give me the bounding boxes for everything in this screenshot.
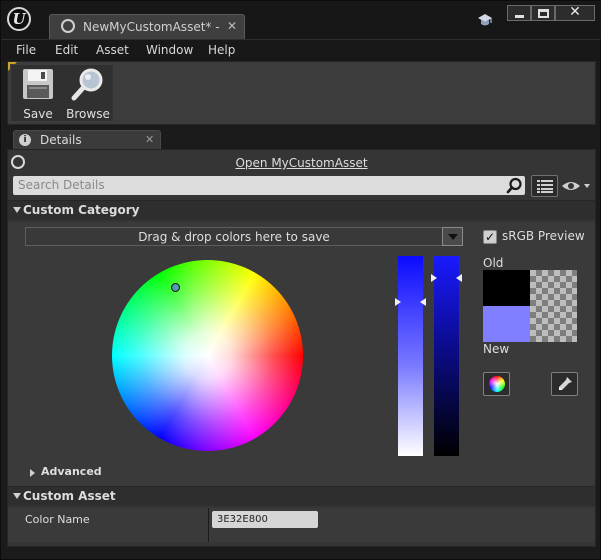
save-label: Save: [23, 107, 53, 121]
old-color-label: Old: [483, 256, 504, 270]
save-button[interactable]: Save: [13, 65, 63, 123]
color-themes-text: Drag & drop colors here to save: [138, 230, 330, 244]
color-name-input[interactable]: [212, 511, 318, 528]
value-slider-right-arrow[interactable]: [420, 298, 426, 306]
custom-asset-header[interactable]: Custom Asset: [8, 486, 595, 506]
custom-category-label: Custom Category: [23, 203, 140, 217]
alpha-slider[interactable]: [434, 256, 459, 456]
color-themes-dropdown[interactable]: [442, 227, 463, 246]
color-wheel-marker[interactable]: [171, 283, 180, 292]
search-details-box[interactable]: [13, 176, 525, 195]
title-bar[interactable]: U NewMyCustomAsset* - Ge ✕ ✕: [1, 1, 601, 39]
expand-arrow-icon: [30, 469, 35, 477]
close-icon: ✕: [569, 4, 581, 20]
menu-help[interactable]: Help: [208, 43, 235, 57]
collapse-arrow-icon: [13, 493, 21, 499]
close-window-button[interactable]: ✕: [555, 4, 595, 21]
old-alpha-swatch: [530, 270, 577, 306]
floppy-disk-icon: [23, 69, 53, 99]
alpha-slider-right-arrow[interactable]: [456, 274, 462, 282]
browse-label: Browse: [66, 107, 110, 121]
menu-bar: File Edit Asset Window Help: [2, 39, 600, 61]
eyedropper-button[interactable]: [551, 372, 578, 396]
custom-asset-label: Custom Asset: [23, 489, 116, 503]
details-tab-label: Details: [40, 133, 82, 147]
advanced-label: Advanced: [41, 465, 102, 478]
value-slider[interactable]: [398, 256, 423, 456]
asset-icon: [61, 19, 75, 33]
alpha-slider-left-arrow[interactable]: [431, 274, 437, 282]
color-name-property-row: Color Name: [8, 508, 595, 542]
asset-tab-label: NewMyCustomAsset* - Ge: [83, 20, 237, 34]
asset-icon: [11, 155, 25, 169]
mortarboard-icon[interactable]: [477, 12, 493, 28]
maximize-button[interactable]: [531, 5, 555, 21]
minimize-button[interactable]: [507, 5, 531, 21]
close-tab-icon[interactable]: ✕: [224, 18, 240, 34]
browse-button[interactable]: Browse: [63, 65, 113, 123]
menu-file[interactable]: File: [16, 43, 36, 57]
maximize-icon: [538, 9, 549, 18]
editor-window: U NewMyCustomAsset* - Ge ✕ ✕ File Edit A…: [0, 0, 601, 560]
list-view-icon: [537, 180, 553, 193]
open-asset-link[interactable]: Open MyCustomAsset: [8, 156, 595, 170]
info-icon: i: [19, 134, 31, 146]
menu-asset[interactable]: Asset: [96, 43, 129, 57]
new-color-label: New: [483, 342, 510, 356]
color-wheel[interactable]: [112, 260, 303, 451]
asset-toolbar: Save Browse: [10, 64, 114, 122]
menu-window[interactable]: Window: [146, 43, 193, 57]
toolbar-area: Save Browse: [7, 61, 596, 125]
open-asset-row: Open MyCustomAsset: [8, 154, 595, 172]
color-themes-bar[interactable]: Drag & drop colors here to save: [25, 227, 443, 246]
magnifier-icon: [71, 68, 103, 101]
details-tab[interactable]: i Details ✕: [13, 130, 161, 150]
unreal-logo-icon[interactable]: U: [7, 7, 31, 31]
view-options-button[interactable]: [531, 175, 558, 197]
color-wheel-icon: [489, 376, 505, 392]
close-details-tab-icon[interactable]: ✕: [145, 133, 154, 146]
collapse-arrow-icon: [13, 207, 21, 213]
asset-document-tab[interactable]: NewMyCustomAsset* - Ge ✕: [49, 14, 245, 39]
eyedropper-icon: [559, 377, 572, 390]
menu-edit[interactable]: Edit: [55, 43, 78, 57]
new-color-swatch: [483, 306, 530, 342]
property-divider[interactable]: [208, 508, 209, 542]
srgb-preview-checkbox[interactable]: ✓: [483, 230, 497, 244]
custom-category-header[interactable]: Custom Category: [8, 200, 595, 220]
color-picker: Drag & drop colors here to save ✓ sRGB P…: [8, 222, 595, 488]
value-slider-left-arrow[interactable]: [395, 298, 401, 306]
search-details-input[interactable]: [18, 177, 498, 193]
minimize-icon: [515, 15, 524, 18]
color-wheel-mode-button[interactable]: [483, 372, 510, 396]
old-color-swatch: [483, 270, 530, 306]
details-panel: Open MyCustomAsset Custom Ca: [7, 149, 596, 547]
eye-icon[interactable]: [561, 179, 591, 193]
color-name-label: Color Name: [25, 513, 90, 526]
search-icon[interactable]: [506, 177, 523, 194]
new-alpha-swatch: [530, 306, 577, 342]
srgb-preview-label: sRGB Preview: [502, 229, 585, 243]
